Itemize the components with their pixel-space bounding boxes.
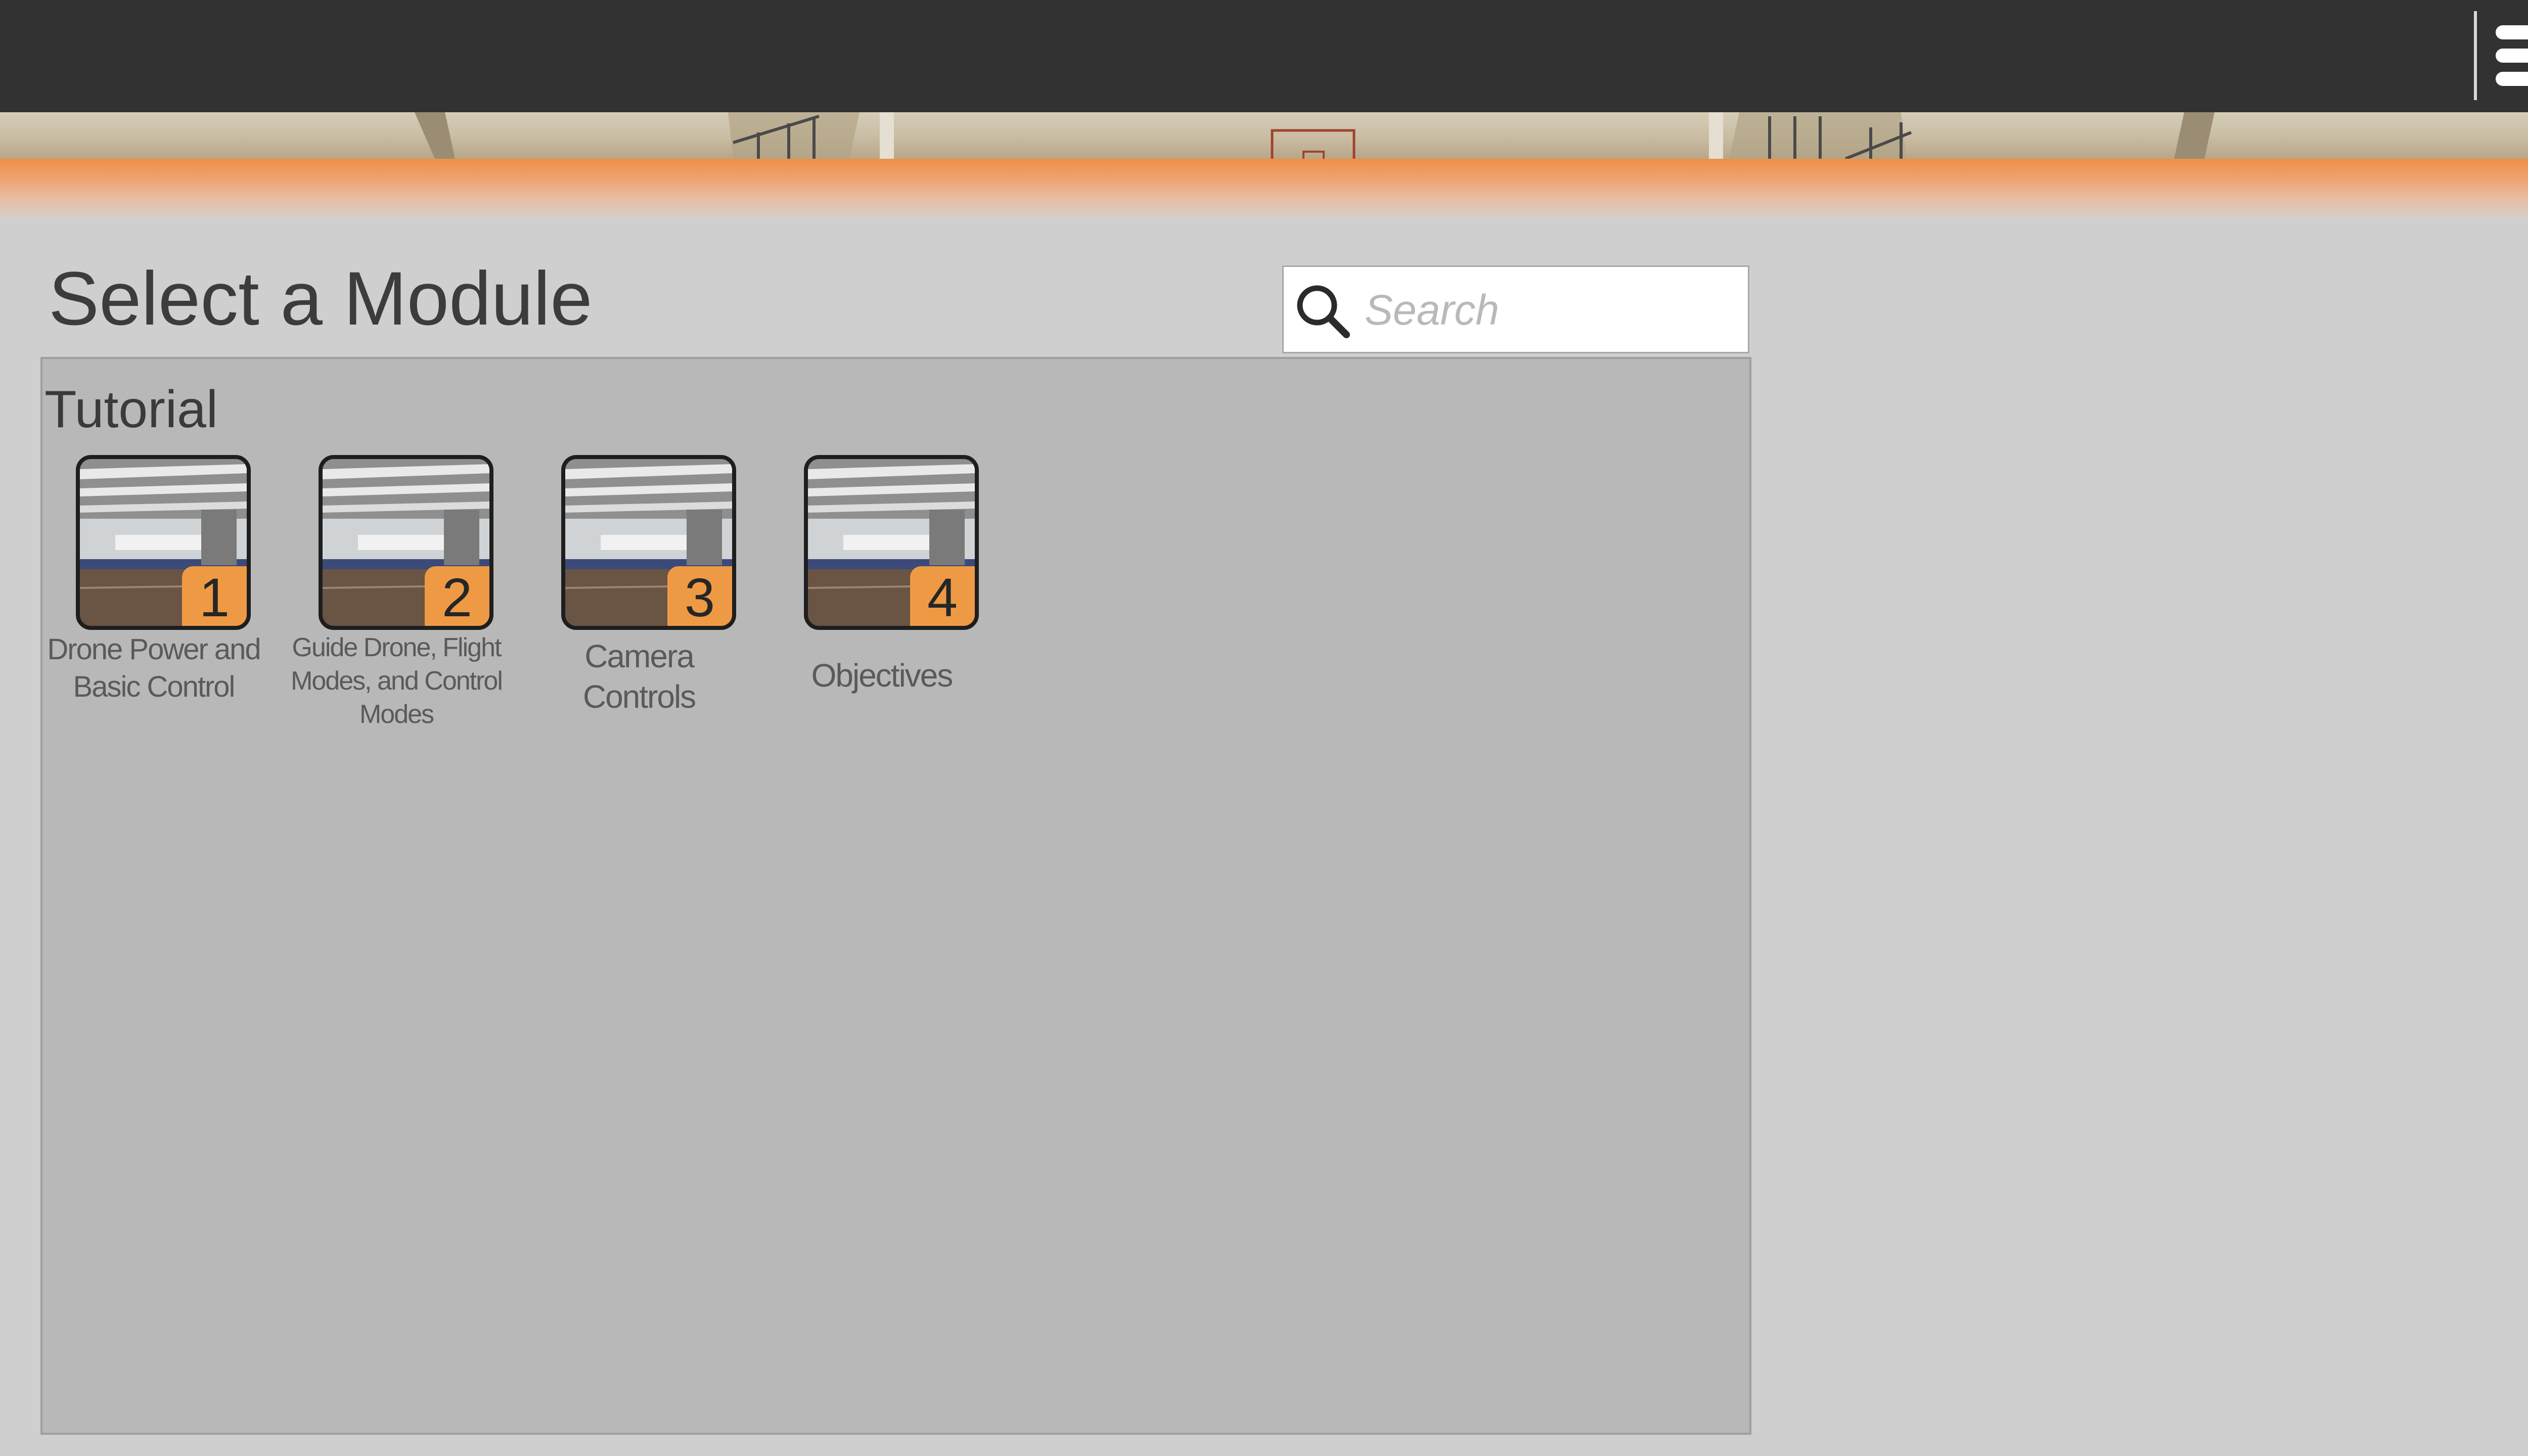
hamburger-menu-icon[interactable]: [2491, 20, 2528, 91]
section-title-tutorial: Tutorial: [44, 380, 218, 439]
orange-gradient-strip: [0, 159, 2528, 218]
module-card-2[interactable]: 2 Guide Drone, Flight Modes, and Control…: [285, 455, 508, 731]
module-number-badge: 2: [425, 566, 489, 626]
module-thumbnail[interactable]: 4: [804, 455, 979, 630]
gymnasium-banner-image: [0, 112, 2528, 159]
header-banner: [0, 112, 2528, 218]
module-number-badge: 3: [667, 566, 732, 626]
search-box[interactable]: [1282, 265, 1749, 353]
module-title: Camera Controls: [582, 638, 696, 715]
modules-panel: Tutorial 1 Drone Power and Basic Control: [40, 357, 1751, 1435]
module-title: Drone Power and Basic Control: [47, 633, 261, 703]
module-card-3[interactable]: 3 Camera Controls: [528, 455, 750, 717]
module-thumbnail[interactable]: 1: [76, 455, 251, 630]
top-bar: [0, 0, 2528, 112]
module-title: Objectives: [811, 657, 954, 694]
module-thumbnail[interactable]: 3: [561, 455, 736, 630]
module-card-4[interactable]: 4 Objectives: [771, 455, 993, 696]
module-number-badge: 4: [910, 566, 975, 626]
module-card-1[interactable]: 1 Drone Power and Basic Control: [42, 455, 265, 706]
search-icon: [1297, 285, 1350, 338]
page-title: Select a Module: [49, 256, 593, 341]
module-number-badge: 1: [182, 566, 247, 626]
topbar-divider: [2474, 11, 2477, 100]
module-thumbnail[interactable]: 2: [319, 455, 493, 630]
module-title: Guide Drone, Flight Modes, and Control M…: [291, 633, 503, 729]
search-input[interactable]: [1365, 277, 1739, 343]
